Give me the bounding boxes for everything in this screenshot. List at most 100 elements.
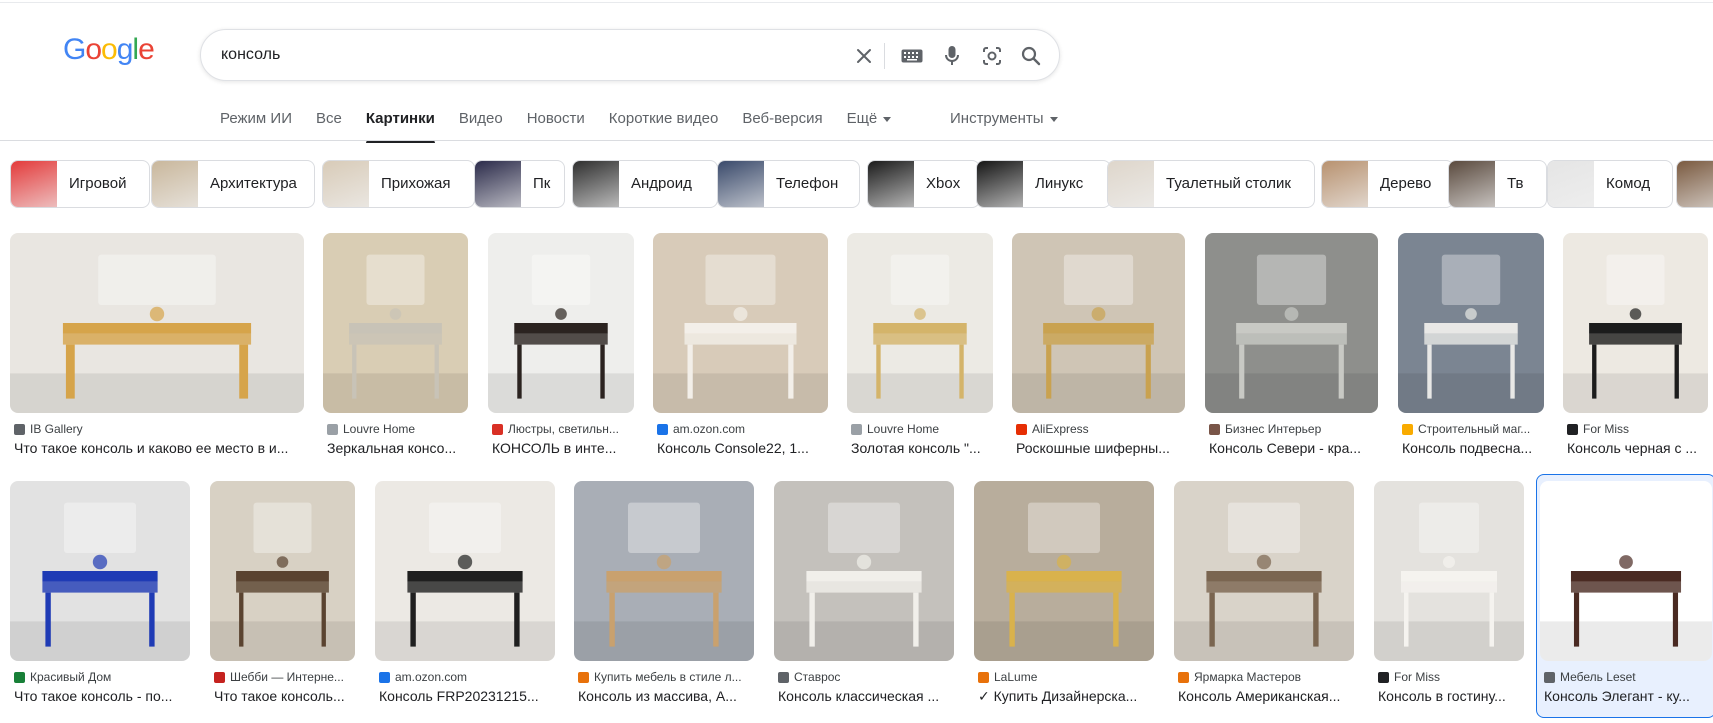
image-result[interactable]: Louvre Home Зеркальная консо...	[323, 233, 468, 473]
result-thumbnail[interactable]	[10, 233, 304, 413]
result-source[interactable]: Louvre Home	[327, 422, 466, 436]
result-thumbnail[interactable]	[847, 233, 993, 413]
image-result[interactable]: Люстры, светильн... КОНСОЛЬ в инте...	[488, 233, 634, 473]
image-result[interactable]: Купить мебель в стиле л... Консоль из мас…	[574, 481, 754, 721]
image-result[interactable]: Строительный маг... Консоль подвесна...	[1398, 233, 1544, 473]
google-logo[interactable]: Google	[63, 33, 155, 67]
result-thumbnail[interactable]	[10, 481, 190, 661]
image-result[interactable]: Louvre Home Золотая консоль "...	[847, 233, 993, 473]
result-source[interactable]: Строительный маг...	[1402, 422, 1542, 436]
image-result[interactable]: am.ozon.com Консоль Console22, 1...	[653, 233, 828, 473]
tab-news[interactable]: Новости	[527, 110, 585, 138]
image-result[interactable]: LaLume ✓ Купить Дизайнерска...	[974, 481, 1154, 721]
result-thumbnail[interactable]	[1205, 233, 1378, 413]
image-result[interactable]: IB Gallery Что такое консоль и каково ее …	[10, 233, 304, 473]
image-result[interactable]: Ярмарка Мастеров Консоль Американская...	[1174, 481, 1354, 721]
result-source[interactable]: am.ozon.com	[379, 670, 553, 684]
result-title[interactable]: ✓ Купить Дизайнерска...	[978, 688, 1152, 705]
tools-button[interactable]: Инструменты	[950, 110, 1058, 127]
result-thumbnail[interactable]	[653, 233, 828, 413]
result-source[interactable]: Бизнес Интерьер	[1209, 422, 1376, 436]
result-title[interactable]: Консоль Console22, 1...	[657, 440, 826, 456]
lens-icon[interactable]	[980, 44, 1004, 68]
result-thumbnail[interactable]	[1012, 233, 1185, 413]
result-thumbnail[interactable]	[574, 481, 754, 661]
search-icon[interactable]	[1019, 44, 1043, 68]
related-chip[interactable]: Xbox	[867, 160, 980, 208]
result-title[interactable]: КОНСОЛЬ в инте...	[492, 440, 632, 456]
related-chip[interactable]: Дерево	[1321, 160, 1454, 208]
result-source[interactable]: am.ozon.com	[657, 422, 826, 436]
related-chip[interactable]	[1676, 160, 1713, 208]
result-thumbnail[interactable]	[1398, 233, 1544, 413]
result-title[interactable]: Золотая консоль "...	[851, 440, 991, 456]
related-chip[interactable]: Пк	[474, 160, 565, 208]
result-title[interactable]: Консоль Элегант - ку...	[1544, 688, 1710, 704]
result-title[interactable]: Роскошные шиферны...	[1016, 440, 1183, 456]
image-result[interactable]: For Miss Консоль черная с ...	[1563, 233, 1708, 473]
image-result[interactable]: Бизнес Интерьер Консоль Севери - кра...	[1205, 233, 1378, 473]
image-result[interactable]: Ставрос Консоль классическая ...	[774, 481, 954, 721]
result-source[interactable]: Люстры, светильн...	[492, 422, 632, 436]
result-title[interactable]: Консоль подвесна...	[1402, 440, 1542, 456]
close-icon[interactable]	[852, 44, 876, 68]
result-title[interactable]: Что такое консоль - по...	[14, 688, 188, 704]
image-result[interactable]: Шебби — Интерне... Что такое консоль...	[210, 481, 355, 721]
result-source[interactable]: Красивый Дом	[14, 670, 188, 684]
result-thumbnail[interactable]	[974, 481, 1154, 661]
search-input[interactable]	[221, 42, 821, 68]
tab-short-videos[interactable]: Короткие видео	[609, 110, 719, 138]
result-thumbnail[interactable]	[488, 233, 634, 413]
result-thumbnail[interactable]	[1374, 481, 1524, 661]
result-source[interactable]: Купить мебель в стиле л...	[578, 670, 752, 684]
image-result[interactable]: am.ozon.com Консоль FRP20231215...	[375, 481, 555, 721]
result-title[interactable]: Что такое консоль...	[214, 688, 353, 704]
result-source[interactable]: IB Gallery	[14, 422, 302, 436]
result-title[interactable]: Что такое консоль и каково ее место в и.…	[14, 440, 302, 456]
related-chip[interactable]: Архитектура	[151, 160, 315, 208]
related-chip[interactable]: Андроид	[572, 160, 718, 208]
image-result[interactable]: Мебель Leset Консоль Элегант - ку...	[1540, 481, 1712, 721]
result-thumbnail[interactable]	[1174, 481, 1354, 661]
result-title[interactable]: Зеркальная консо...	[327, 440, 466, 456]
result-title[interactable]: Консоль FRP20231215...	[379, 688, 553, 704]
image-result[interactable]: For Miss Консоль в гостину...	[1374, 481, 1524, 721]
result-title[interactable]: Консоль в гостину...	[1378, 688, 1522, 704]
tab-more[interactable]: Ещё	[847, 110, 892, 138]
related-chip[interactable]: Линукс	[976, 160, 1111, 208]
result-source[interactable]: Louvre Home	[851, 422, 991, 436]
result-source[interactable]: Ставрос	[778, 670, 952, 684]
result-source[interactable]: Мебель Leset	[1544, 670, 1710, 684]
related-chip[interactable]: Тв	[1448, 160, 1547, 208]
result-source[interactable]: For Miss	[1567, 422, 1706, 436]
result-source[interactable]: For Miss	[1378, 670, 1522, 684]
result-thumbnail[interactable]	[375, 481, 555, 661]
result-source[interactable]: LaLume	[978, 670, 1152, 684]
keyboard-icon[interactable]	[900, 44, 924, 68]
result-source[interactable]: Ярмарка Мастеров	[1178, 670, 1352, 684]
tab-all[interactable]: Все	[316, 110, 342, 138]
result-title[interactable]: Консоль из массива, А...	[578, 688, 752, 704]
mic-icon[interactable]	[940, 44, 964, 68]
result-title[interactable]: Консоль классическая ...	[778, 688, 952, 704]
related-chip[interactable]: Игровой	[10, 160, 150, 208]
result-source[interactable]: Шебби — Интерне...	[214, 670, 353, 684]
tab-images[interactable]: Картинки	[365, 110, 435, 143]
tab-ai-mode[interactable]: Режим ИИ	[220, 110, 292, 138]
result-title[interactable]: Консоль Севери - кра...	[1209, 440, 1376, 456]
tab-video[interactable]: Видео	[459, 110, 503, 138]
result-thumbnail[interactable]	[774, 481, 954, 661]
image-result[interactable]: Красивый Дом Что такое консоль - по...	[10, 481, 190, 721]
related-chip[interactable]: Комод	[1547, 160, 1673, 208]
result-thumbnail[interactable]	[1540, 481, 1712, 661]
image-result[interactable]: AliExpress Роскошные шиферны...	[1012, 233, 1185, 473]
tab-web[interactable]: Веб-версия	[742, 110, 822, 138]
related-chip[interactable]: Прихожая	[322, 160, 475, 208]
result-source[interactable]: AliExpress	[1016, 422, 1183, 436]
result-thumbnail[interactable]	[210, 481, 355, 661]
result-title[interactable]: Консоль Американская...	[1178, 688, 1352, 704]
result-thumbnail[interactable]	[323, 233, 468, 413]
result-thumbnail[interactable]	[1563, 233, 1708, 413]
result-title[interactable]: Консоль черная с ...	[1567, 440, 1706, 456]
related-chip[interactable]: Туалетный столик	[1107, 160, 1315, 208]
